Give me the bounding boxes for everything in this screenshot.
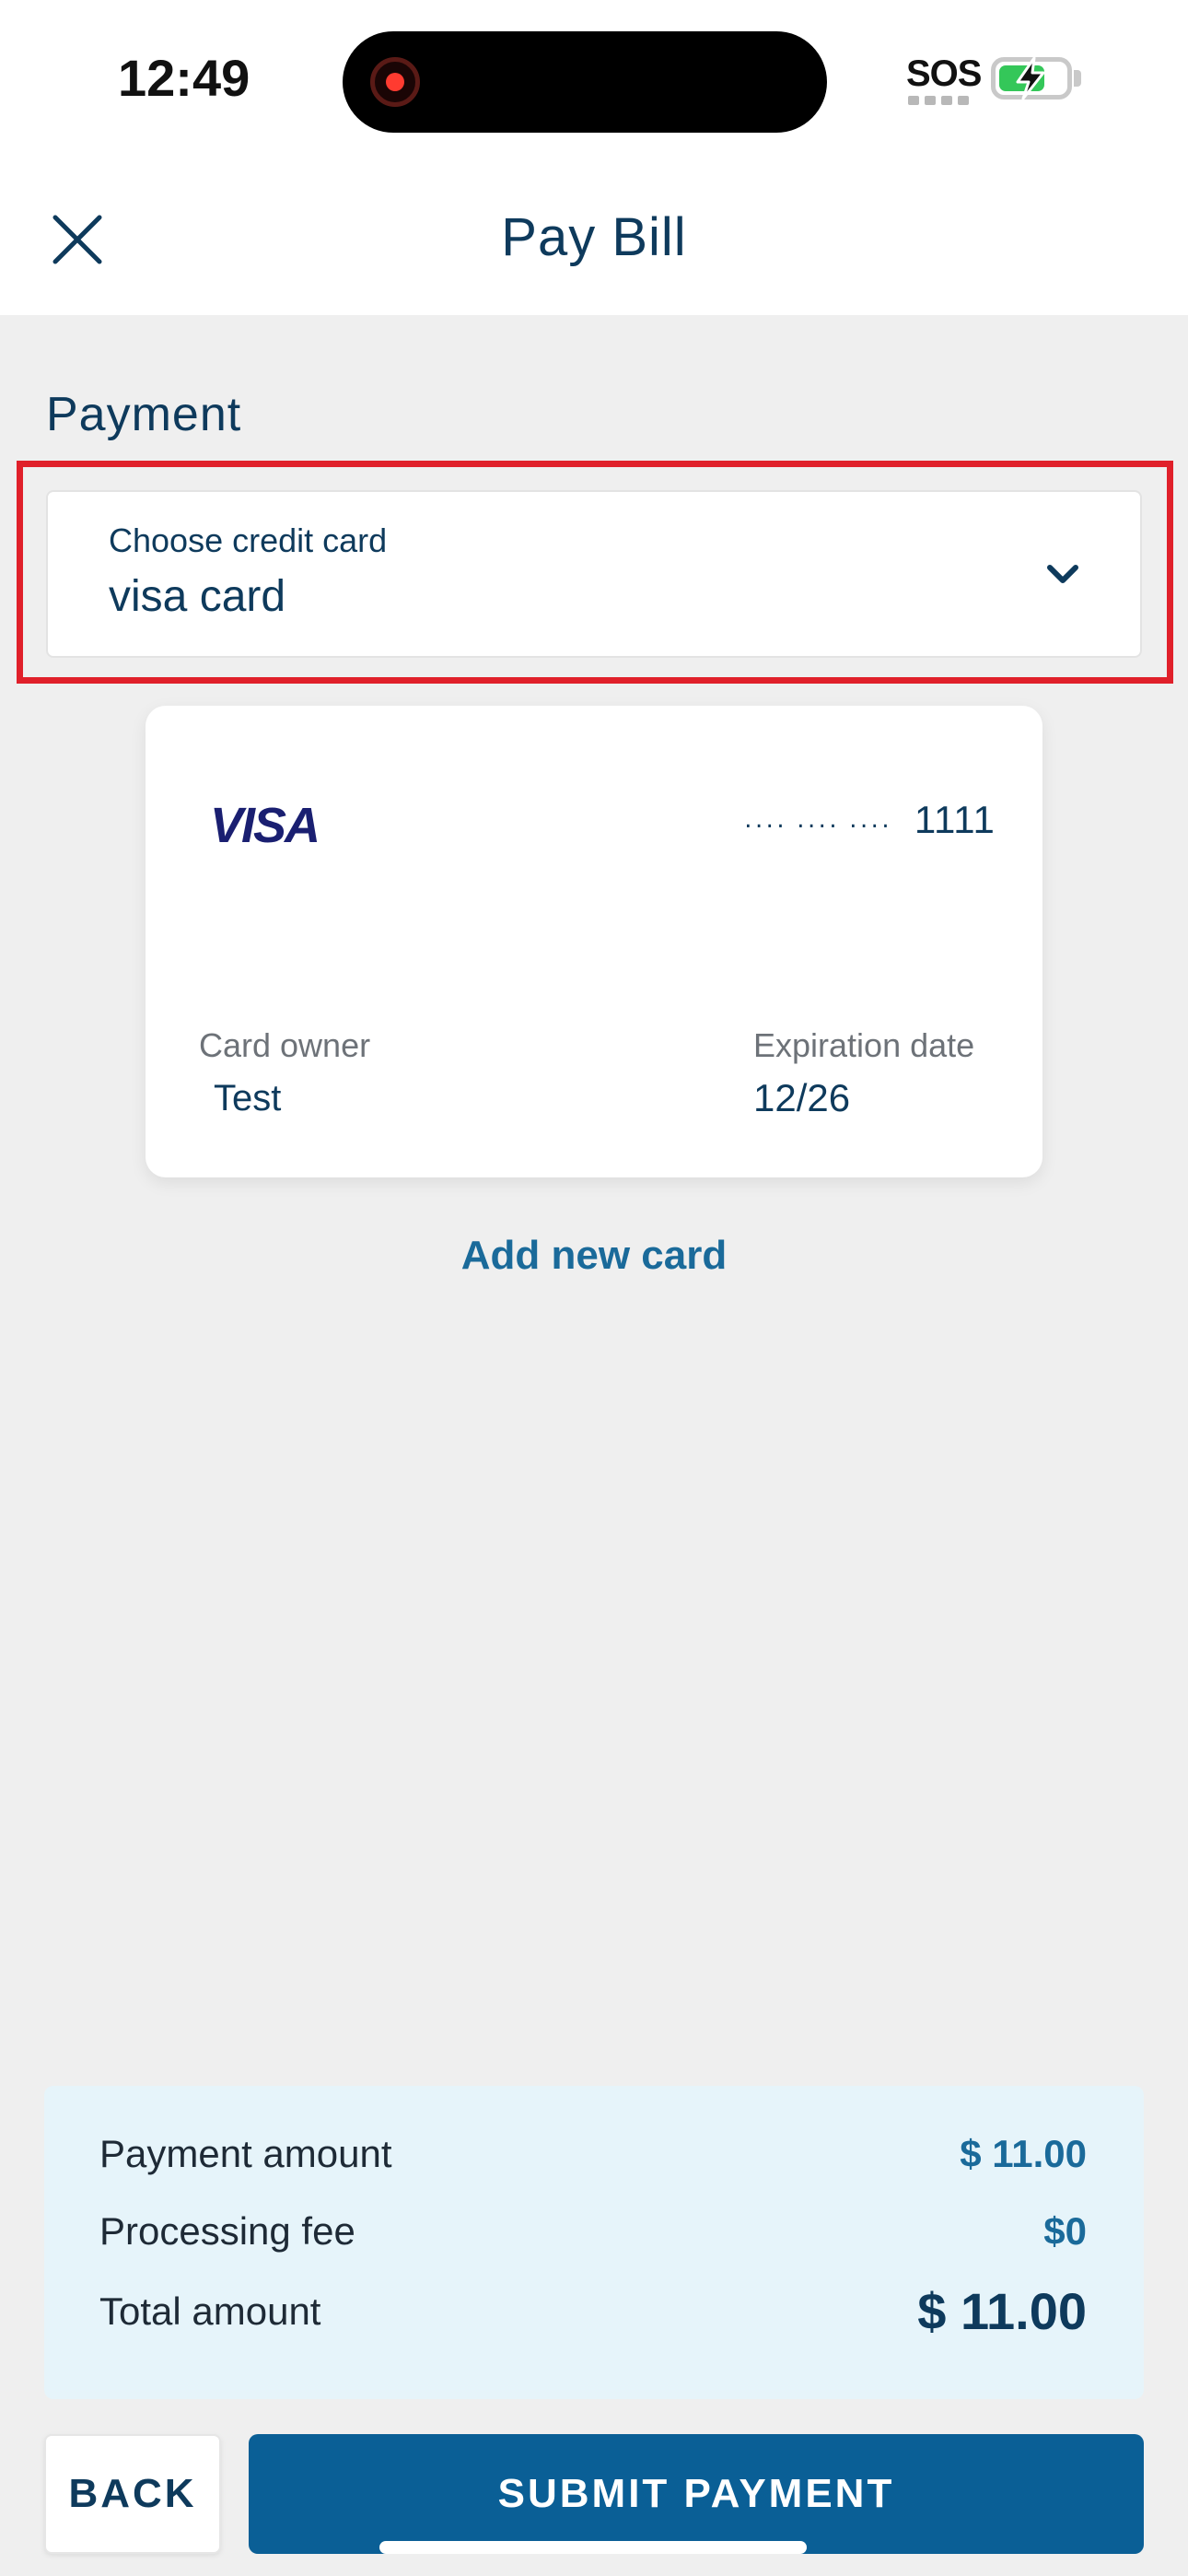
processing-fee-label: Processing fee: [99, 2209, 355, 2253]
signal-dots-icon: [908, 96, 973, 105]
battery-icon: [991, 56, 1072, 100]
card-owner-value: Test: [214, 1078, 282, 1118]
screen-recording-icon: [370, 57, 420, 107]
visa-logo-text: VISA: [210, 802, 319, 848]
back-button[interactable]: BACK: [44, 2434, 221, 2554]
payment-amount-value: $ 11.00: [960, 2132, 1087, 2175]
processing-fee-value: $0: [1043, 2209, 1087, 2253]
add-new-card-link[interactable]: Add new card: [0, 1233, 1188, 1279]
credit-card-preview: VISA ․․․․ ․․․․ ․․․․ 1111 Card owner Test…: [146, 706, 1042, 1177]
card-last4: 1111: [914, 798, 996, 841]
summary-row-payment-amount: Payment amount $ 11.00: [99, 2132, 1087, 2176]
credit-card-select[interactable]: Choose credit card visa card: [46, 490, 1142, 658]
card-owner-label: Card owner: [199, 1026, 371, 1064]
charging-bolt-icon: [1016, 56, 1045, 100]
app-header: Pay Bill: [0, 157, 1188, 315]
payment-section-title: Payment: [46, 388, 242, 441]
battery-cap: [1074, 70, 1081, 87]
expiration-date-label: Expiration date: [753, 1026, 975, 1064]
visa-logo: VISA: [210, 802, 320, 848]
total-amount-label: Total amount: [99, 2289, 321, 2333]
payment-summary: Payment amount $ 11.00 Processing fee $0…: [44, 2086, 1144, 2399]
summary-row-total-amount: Total amount $ 11.00: [99, 2281, 1087, 2341]
status-bar: 12:49 SOS: [0, 0, 1188, 157]
expiration-date-value: 12/26: [753, 1076, 851, 1119]
page-title: Pay Bill: [501, 207, 687, 267]
home-indicator: [379, 2541, 807, 2554]
card-number-mask: ․․․․ ․․․․ ․․․․: [744, 805, 892, 833]
credit-card-select-label: Choose credit card: [109, 521, 388, 559]
submit-payment-button[interactable]: SUBMIT PAYMENT: [249, 2434, 1144, 2554]
dynamic-island: [343, 31, 827, 133]
status-time: 12:49: [118, 49, 250, 107]
payment-amount-label: Payment amount: [99, 2132, 392, 2175]
summary-row-processing-fee: Processing fee $0: [99, 2209, 1087, 2254]
sos-indicator: SOS: [906, 53, 982, 94]
total-amount-value: $ 11.00: [917, 2282, 1087, 2340]
chevron-down-icon: [1047, 565, 1078, 583]
credit-card-select-value: visa card: [109, 572, 286, 621]
card-number: ․․․․ ․․․․ ․․․․ 1111: [744, 798, 996, 842]
